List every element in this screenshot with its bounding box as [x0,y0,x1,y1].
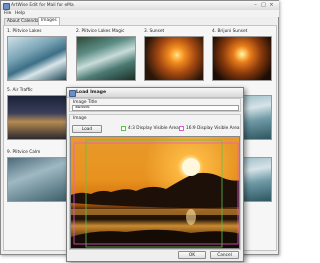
checkbox-16-9-label: 16:9 Display Visible Area [186,126,240,131]
menu-file[interactable]: File [4,11,11,16]
image-title-label: Image Title [73,99,98,105]
image-group-label: Image [73,115,87,121]
checkbox-4-3[interactable] [121,126,126,131]
thumbnail-image[interactable] [7,157,67,202]
minimize-icon[interactable]: – [252,2,259,8]
thumbnail-image[interactable] [144,36,204,81]
thumb-caption: 4. Brijuni Sunset [212,29,248,34]
thumb-caption: 1. Plitvice Lakes [7,29,42,34]
dialog-title: Load Image [76,89,107,95]
tab-bar: About Calendar Images [1,17,279,25]
maximize-icon[interactable]: □ [260,2,267,8]
image-title-group: Image Title [69,98,241,112]
app-icon [3,2,10,10]
checkbox-16-9[interactable] [179,126,184,131]
menu-help[interactable]: Help [15,11,25,16]
thumbnail-image[interactable] [212,36,272,81]
load-image-dialog: Load Image Image Title Image Load 4:3 Di… [66,87,244,262]
window-title: ArtWise Edit for Mail for eMa [11,2,74,8]
cancel-button[interactable]: Cancel [210,251,239,259]
thumb-caption: 5. Air Traffic [7,88,33,93]
thumbnail-image[interactable] [76,36,136,81]
load-button[interactable]: Load [72,125,102,133]
thumbnail-image[interactable] [7,36,67,81]
hill-silhouette [71,172,239,208]
sun-reflection [186,209,196,225]
close-icon[interactable]: × [268,2,275,8]
thumbnail-image[interactable] [7,95,67,140]
menu-bar: File Help [1,10,279,17]
sun [182,158,200,176]
foreground-silhouette [71,229,239,248]
thumb-caption: 3. Sunset [144,29,165,34]
thumb-caption: 9. Plitvice Calm [7,150,41,155]
water-reflection [71,209,239,215]
checkbox-4-3-label: 4:3 Display Visible Area [128,126,179,131]
ok-button[interactable]: OK [178,251,206,259]
dialog-icon [69,89,76,97]
tab-images[interactable]: Images [38,17,60,25]
image-preview [70,136,240,249]
thumb-caption: 2. Plitvice Lakes Magic [76,29,125,34]
image-title-input[interactable] [72,105,239,111]
dialog-title-bar: Load Image [67,88,243,98]
